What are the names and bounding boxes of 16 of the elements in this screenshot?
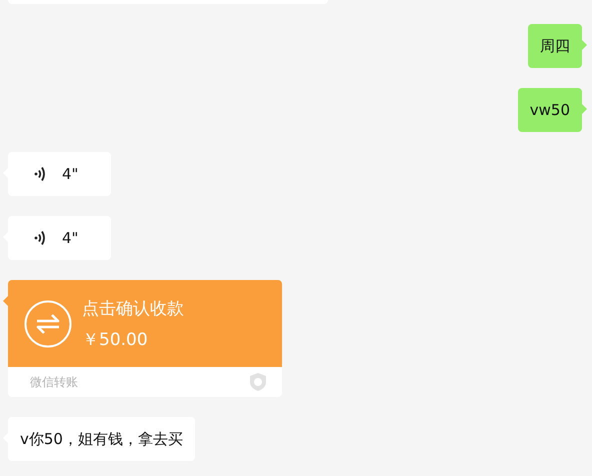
transfer-title: 点击确认收款	[82, 298, 184, 320]
voice-message[interactable]: 4"	[8, 152, 111, 196]
sound-wave-icon	[34, 166, 46, 182]
shield-icon	[248, 372, 268, 392]
message-bubble: vw50	[518, 88, 582, 132]
bubble-tail	[582, 40, 587, 50]
voice-duration: 4"	[62, 228, 78, 249]
voice-message[interactable]: 4"	[8, 216, 111, 260]
transfer-icon	[24, 300, 72, 348]
message-bubble: 周四	[528, 24, 582, 68]
bubble-tail	[582, 104, 587, 114]
sound-wave-icon	[34, 230, 46, 246]
voice-duration: 4"	[62, 164, 78, 185]
message-bubble: v你50，姐有钱，拿去买	[8, 417, 195, 461]
transfer-amount: ￥50.00	[82, 328, 149, 350]
transfer-label: 微信转账	[30, 374, 78, 390]
